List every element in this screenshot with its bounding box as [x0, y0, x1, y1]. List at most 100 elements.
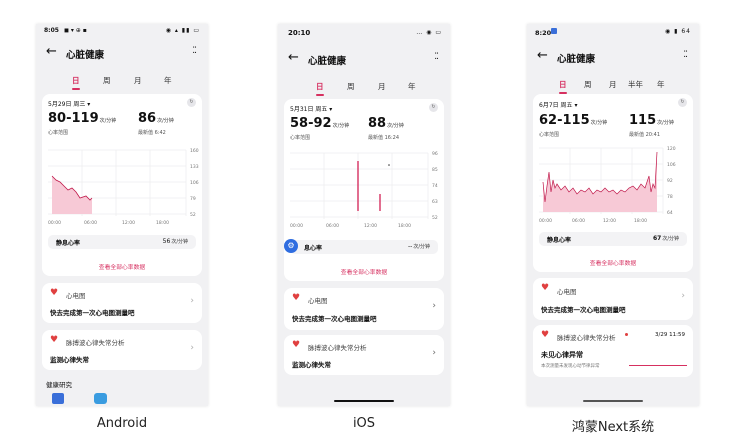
resting-hr-value: 67次/分钟 — [653, 235, 679, 242]
arrhythmia-card[interactable]: ♥ 脉搏波心律失常分析 3/29 11:59 未见心律异常 本次测量未发现心动节… — [533, 325, 693, 377]
tab-week[interactable]: 周 — [584, 79, 592, 90]
tab-day[interactable]: 日 — [72, 75, 80, 90]
date-selector[interactable]: 6月7日 周五 ▾ — [539, 100, 577, 109]
refresh-icon[interactable]: ↻ — [187, 98, 196, 107]
resting-hr-label: 静息心率 — [56, 240, 81, 247]
x-tick: 12:00 — [603, 218, 616, 224]
view-all-link[interactable]: 查看全部心率数据 — [42, 262, 202, 271]
arrhythmia-body: 监测心律失常 — [292, 361, 331, 369]
resting-hr-value: 56次/分钟 — [163, 238, 188, 245]
refresh-icon[interactable]: ↻ — [678, 98, 687, 107]
page-title: 心脏健康 — [557, 54, 596, 65]
caption-android: Android — [96, 416, 148, 431]
tab-day[interactable]: 日 — [559, 79, 567, 94]
nav-bar: ← 心脏健康 ⁚⁚ — [36, 42, 208, 66]
tab-month[interactable]: 月 — [609, 79, 617, 90]
arrhythmia-title: 脉搏波心律失常分析 — [557, 334, 616, 342]
research-heading: 健康研究 — [46, 381, 72, 389]
chevron-right-icon: › — [190, 296, 194, 306]
chevron-right-icon: › — [190, 343, 194, 353]
latest-number: 86 — [138, 111, 157, 126]
latest-label: 最新值 6:42 — [138, 130, 166, 136]
tab-month[interactable]: 月 — [134, 75, 142, 86]
hr-range-value: 62-115次/分钟 — [539, 113, 607, 128]
arrhythmia-title: 脉搏波心律失常分析 — [66, 339, 125, 347]
ios-phone: 20:10 … ◉ ▭ ← 心脏健康 ⁚⁚ 日 周 月 年 5月31日 周五 ▾… — [278, 24, 450, 406]
arrhythmia-note: 本次测量未发现心动节律异常 — [541, 364, 600, 369]
resting-hr-row[interactable]: 静息心率 56次/分钟 — [48, 235, 196, 249]
home-indicator[interactable] — [583, 399, 643, 402]
ecg-card[interactable]: ♥ 心电图 快去完成第一次心电图测量吧 › — [284, 288, 444, 330]
tab-day[interactable]: 日 — [316, 81, 324, 96]
ecg-body: 快去完成第一次心电图测量吧 — [541, 306, 626, 314]
x-tick: 06:00 — [84, 220, 97, 226]
tab-year[interactable]: 年 — [657, 79, 665, 90]
pulse-heart-icon: ♥ — [541, 330, 550, 340]
y-tick: 85 — [432, 167, 438, 173]
more-icon[interactable]: ⁚⁚ — [434, 52, 439, 62]
y-tick: 106 — [190, 180, 199, 186]
hr-range-number: 80-119 — [48, 111, 99, 126]
period-tabs: 日 周 月 年 — [278, 78, 450, 96]
view-all-link[interactable]: 查看全部心率数据 — [284, 267, 444, 276]
view-all-link[interactable]: 查看全部心率数据 — [533, 258, 693, 267]
hr-range-number: 58-92 — [290, 116, 332, 131]
more-icon[interactable]: ⁚⁚ — [192, 46, 197, 56]
y-tick: 106 — [667, 162, 676, 168]
y-tick: 160 — [190, 148, 199, 154]
tab-year[interactable]: 年 — [164, 75, 172, 86]
resting-hr-label: 静息心率 — [547, 237, 572, 244]
research-app-icon[interactable] — [94, 393, 107, 404]
harmony-phone: 8:20 ◉ ▮ 64 ← 心脏健康 ⁚⁚ 日 周 月 半年 年 6月7日 周五… — [527, 24, 699, 406]
new-dot — [625, 333, 628, 336]
resting-hr-number: -- — [407, 243, 413, 250]
back-arrow-icon[interactable]: ← — [288, 50, 299, 65]
date-selector[interactable]: 5月31日 周五 ▾ — [290, 104, 332, 113]
app-switch-icon[interactable]: ⚙ — [284, 239, 298, 253]
status-icons: ◉ ▮ 64 — [665, 28, 691, 35]
ecg-card[interactable]: ♥ 心电图 快去完成第一次心电图测量吧 › — [533, 278, 693, 320]
ecg-card[interactable]: ♥ 心电图 快去完成第一次心电图测量吧 › — [42, 283, 202, 323]
research-app-icon[interactable] — [52, 393, 64, 404]
tab-year[interactable]: 年 — [408, 81, 416, 92]
arrhythmia-card[interactable]: ♥ 脉搏波心律失常分析 监测心律失常 › — [284, 335, 444, 375]
period-tabs: 日 周 月 半年 年 — [527, 76, 699, 94]
latest-unit: 次/分钟 — [657, 120, 674, 126]
ecg-heart-icon: ♥ — [541, 283, 550, 293]
refresh-icon[interactable]: ↻ — [429, 103, 438, 112]
x-tick: 00:00 — [539, 218, 552, 224]
back-arrow-icon[interactable]: ← — [537, 48, 548, 63]
arrhythmia-card[interactable]: ♥ 脉搏波心律失常分析 监测心律失常 › — [42, 330, 202, 370]
resting-hr-label: 息心率 — [304, 245, 323, 252]
heart-rate-card: 5月31日 周五 ▾ ↻ 58-92次/分钟 88次/分钟 心率范围 最新值 1… — [284, 99, 444, 281]
arrhythmia-body: 未见心律异常 — [541, 351, 583, 359]
pulse-heart-icon: ♥ — [50, 335, 59, 345]
heart-rate-chart: 160 133 106 79 52 00:00 06:00 12:00 18:0… — [48, 148, 199, 226]
pulse-heart-icon: ♥ — [292, 340, 301, 350]
chart-point — [388, 164, 390, 166]
chart-area — [543, 152, 657, 212]
back-arrow-icon[interactable]: ← — [46, 44, 57, 59]
home-indicator[interactable] — [334, 399, 394, 402]
resting-hr-unit: 次/分钟 — [662, 236, 679, 242]
tab-week[interactable]: 周 — [347, 81, 355, 92]
ecg-title: 心电图 — [557, 288, 577, 296]
y-tick: 64 — [667, 210, 673, 216]
latest-number: 115 — [629, 113, 657, 128]
tab-week[interactable]: 周 — [103, 75, 111, 86]
resting-hr-row[interactable]: 静息心率 67次/分钟 — [539, 232, 687, 246]
resting-hr-row[interactable]: ⚙ 息心率 --次/分钟 — [284, 239, 438, 254]
x-tick: 00:00 — [290, 223, 303, 229]
more-icon[interactable]: ⁚⁚ — [683, 50, 688, 60]
notification-icon — [551, 28, 557, 34]
nav-bar: ← 心脏健康 ⁚⁚ — [278, 48, 450, 72]
resting-hr-number: 67 — [652, 235, 662, 242]
date-selector[interactable]: 5月29日 周三 ▾ — [48, 99, 90, 108]
x-tick: 18:00 — [398, 223, 411, 229]
y-tick: 52 — [190, 212, 196, 218]
hr-range-label: 心率范围 — [539, 132, 560, 138]
tab-month[interactable]: 月 — [378, 81, 386, 92]
ecg-title: 心电图 — [308, 297, 328, 305]
tab-half-year[interactable]: 半年 — [628, 79, 643, 90]
status-bar: 8:05 ◼ ▾ ⊕ ▪ ◉ ▴ ▮▮ ▭ — [36, 24, 208, 38]
